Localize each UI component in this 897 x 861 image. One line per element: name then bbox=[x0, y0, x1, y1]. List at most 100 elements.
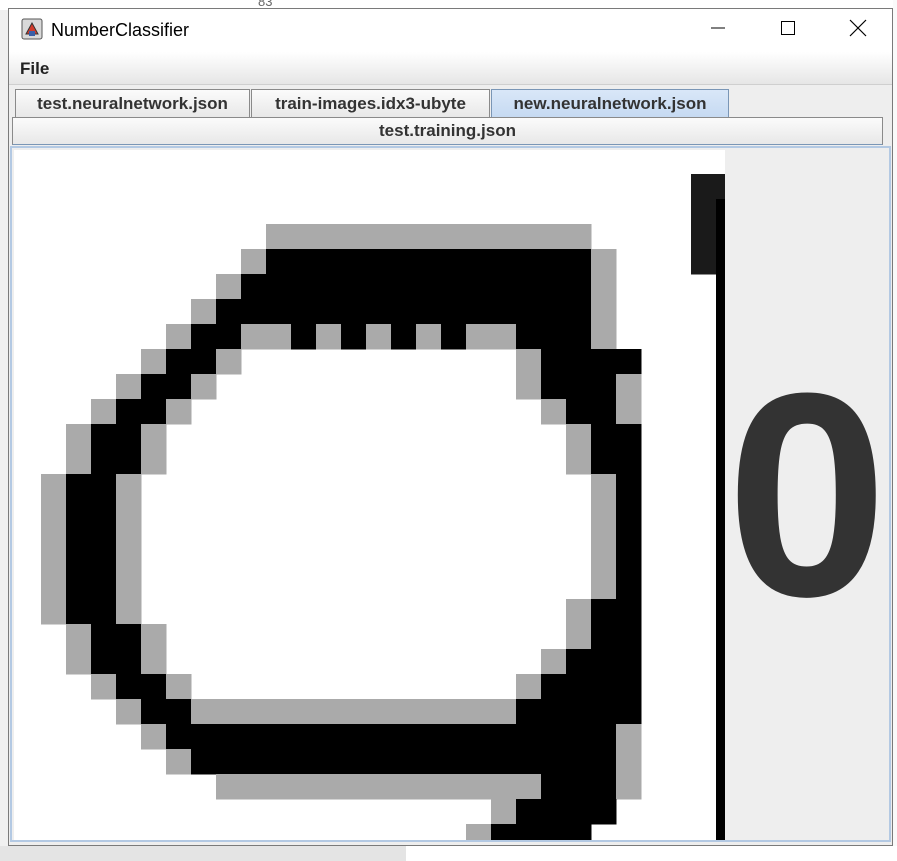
digit-pixel bbox=[191, 374, 217, 400]
digit-drawing-canvas[interactable] bbox=[14, 150, 725, 840]
menu-file[interactable]: File bbox=[20, 59, 49, 79]
digit-pixel bbox=[166, 699, 192, 725]
digit-pixel bbox=[191, 699, 217, 725]
digit-pixel bbox=[691, 249, 717, 275]
digit-pixel bbox=[116, 399, 142, 425]
digit-pixel bbox=[116, 374, 142, 400]
tab-strip: test.neuralnetwork.json train-images.idx… bbox=[12, 89, 890, 117]
window-title: NumberClassifier bbox=[51, 20, 190, 40]
digit-pixel bbox=[191, 299, 217, 325]
digit-pixel bbox=[291, 324, 317, 350]
digit-pixel bbox=[591, 774, 617, 800]
tab-test-training[interactable]: test.training.json bbox=[12, 117, 883, 145]
digit-pixel bbox=[441, 299, 467, 325]
tab-label: test.neuralnetwork.json bbox=[37, 93, 228, 113]
digit-pixel bbox=[616, 599, 642, 625]
digit-pixel bbox=[116, 699, 142, 725]
digit-pixel bbox=[466, 724, 492, 750]
digit-pixel bbox=[141, 699, 167, 725]
digit-pixel bbox=[566, 224, 592, 250]
maximize-button[interactable] bbox=[753, 9, 823, 52]
digit-pixel bbox=[716, 499, 725, 525]
digit-pixel bbox=[116, 424, 142, 450]
digit-pixel bbox=[541, 274, 567, 300]
digit-pixel bbox=[616, 549, 642, 575]
digit-pixel bbox=[316, 274, 342, 300]
digit-pixel bbox=[516, 724, 542, 750]
digit-pixel bbox=[91, 599, 117, 625]
digit-pixel bbox=[466, 699, 492, 725]
digit-pixel bbox=[566, 649, 592, 675]
digit-pixel bbox=[541, 374, 567, 400]
digit-pixel bbox=[266, 249, 292, 275]
digit-pixel bbox=[541, 774, 567, 800]
digit-pixel bbox=[466, 824, 492, 840]
digit-pixel bbox=[541, 349, 567, 375]
digit-pixel bbox=[566, 449, 592, 475]
digit-pixel bbox=[516, 349, 542, 375]
tab-new-neuralnetwork[interactable]: new.neuralnetwork.json bbox=[491, 89, 729, 117]
digit-pixel bbox=[291, 774, 317, 800]
digit-pixel bbox=[716, 224, 725, 250]
digit-pixel bbox=[541, 324, 567, 350]
digit-pixel bbox=[516, 374, 542, 400]
title-bar[interactable]: NumberClassifier bbox=[9, 9, 892, 52]
prediction-digit: 0 bbox=[726, 333, 888, 657]
digit-pixel bbox=[266, 224, 292, 250]
digit-pixel bbox=[616, 749, 642, 775]
digit-pixel bbox=[466, 249, 492, 275]
digit-pixel bbox=[141, 399, 167, 425]
digit-pixel bbox=[591, 674, 617, 700]
digit-pixel bbox=[341, 324, 367, 350]
digit-pixel bbox=[416, 724, 442, 750]
digit-pixel bbox=[216, 299, 242, 325]
digit-pixel bbox=[616, 399, 642, 425]
digit-pixel bbox=[366, 724, 392, 750]
digit-pixel bbox=[116, 524, 142, 550]
digit-pixel bbox=[591, 799, 617, 825]
digit-pixel bbox=[291, 299, 317, 325]
digit-pixel bbox=[141, 724, 167, 750]
background-desktop-bottom bbox=[0, 846, 897, 861]
digit-pixel bbox=[616, 724, 642, 750]
digit-pixel bbox=[341, 774, 367, 800]
digit-pixel bbox=[316, 699, 342, 725]
background-desktop-right bbox=[893, 0, 897, 861]
digit-pixel bbox=[366, 699, 392, 725]
tab-train-images[interactable]: train-images.idx3-ubyte bbox=[251, 89, 490, 117]
digit-pixel bbox=[591, 474, 617, 500]
digit-pixel bbox=[716, 599, 725, 625]
digit-pixel bbox=[266, 274, 292, 300]
digit-pixel bbox=[591, 374, 617, 400]
digit-pixel bbox=[166, 674, 192, 700]
digit-pixel bbox=[216, 749, 242, 775]
digit-pixel bbox=[616, 774, 642, 800]
digit-pixel bbox=[566, 424, 592, 450]
close-button[interactable] bbox=[823, 9, 893, 52]
digit-pixel bbox=[291, 224, 317, 250]
digit-pixel bbox=[166, 349, 192, 375]
digit-pixel bbox=[366, 324, 392, 350]
digit-pixel bbox=[116, 474, 142, 500]
digit-pixel bbox=[166, 324, 192, 350]
digit-pixel bbox=[516, 274, 542, 300]
digit-pixel bbox=[466, 299, 492, 325]
digit-pixel bbox=[541, 799, 567, 825]
digit-pixel bbox=[241, 699, 267, 725]
digit-pixel bbox=[241, 274, 267, 300]
digit-pixel bbox=[366, 249, 392, 275]
digit-pixel bbox=[616, 524, 642, 550]
digit-pixel bbox=[391, 249, 417, 275]
digit-pixel bbox=[66, 424, 92, 450]
digit-pixel bbox=[616, 449, 642, 475]
minimize-button[interactable] bbox=[683, 9, 753, 52]
digit-pixel bbox=[491, 749, 517, 775]
digit-pixel bbox=[416, 274, 442, 300]
digit-pixel bbox=[266, 699, 292, 725]
digit-pixel bbox=[141, 449, 167, 475]
digit-pixel bbox=[241, 724, 267, 750]
digit-pixel bbox=[441, 224, 467, 250]
tab-test-neuralnetwork[interactable]: test.neuralnetwork.json bbox=[15, 89, 250, 117]
digit-pixel bbox=[591, 399, 617, 425]
digit-pixel bbox=[341, 249, 367, 275]
